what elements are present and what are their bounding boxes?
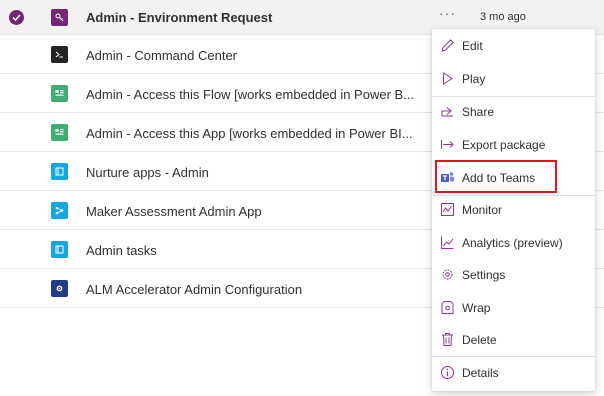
command-icon xyxy=(51,46,68,63)
app-name[interactable]: Admin tasks xyxy=(86,243,157,258)
analytics-icon xyxy=(441,236,454,249)
app-name[interactable]: Admin - Access this App [works embedded … xyxy=(86,126,413,141)
menu-item-label: Play xyxy=(462,72,486,86)
app-name[interactable]: Admin - Command Center xyxy=(86,48,237,63)
menu-item-monitor[interactable]: Monitor xyxy=(432,195,595,225)
menu-item-edit[interactable]: Edit xyxy=(432,31,595,61)
menu-item-export-package[interactable]: Export package xyxy=(432,130,595,160)
info-icon xyxy=(441,366,454,379)
menu-item-label: Settings xyxy=(462,268,506,282)
menu-item-label: Share xyxy=(462,105,495,119)
monitor-icon xyxy=(441,203,454,216)
app-name[interactable]: Maker Assessment Admin App xyxy=(86,204,262,219)
book-icon xyxy=(51,163,68,180)
menu-item-wrap[interactable]: Wrap xyxy=(432,293,595,323)
more-options-button[interactable]: ··· xyxy=(439,5,456,21)
play-icon xyxy=(443,72,453,85)
book-icon xyxy=(51,241,68,258)
menu-item-label: Delete xyxy=(462,333,497,347)
app-name[interactable]: Admin - Environment Request xyxy=(86,10,272,25)
share-icon xyxy=(441,107,453,117)
app-name[interactable]: Nurture apps - Admin xyxy=(86,165,209,180)
menu-item-settings[interactable]: Settings xyxy=(432,260,595,290)
highlight-box xyxy=(435,160,557,193)
context-menu: Edit Play Share Export package Add to Te… xyxy=(432,29,595,391)
modified-time: 3 mo ago xyxy=(480,11,526,23)
menu-item-share[interactable]: Share xyxy=(432,97,595,127)
menu-item-details[interactable]: Details xyxy=(432,358,595,388)
menu-item-label: Details xyxy=(462,366,499,380)
app-grid-icon xyxy=(51,124,68,141)
menu-item-label: Monitor xyxy=(462,203,503,217)
export-icon xyxy=(441,140,454,149)
menu-item-label: Wrap xyxy=(462,301,491,315)
menu-item-label: Analytics (preview) xyxy=(462,236,563,250)
pencil-icon xyxy=(441,39,454,52)
app-name[interactable]: Admin - Access this Flow [works embedded… xyxy=(86,87,414,102)
menu-item-delete[interactable]: Delete xyxy=(432,325,595,355)
flow-grid-icon xyxy=(51,85,68,102)
menu-item-label: Export package xyxy=(462,138,546,152)
gear-icon xyxy=(442,269,453,280)
menu-item-play[interactable]: Play xyxy=(432,64,595,94)
menu-item-analytics[interactable]: Analytics (preview) xyxy=(432,228,595,258)
trash-icon xyxy=(442,333,453,346)
selected-check-icon[interactable] xyxy=(9,10,24,25)
wrap-icon xyxy=(441,301,454,314)
menu-item-label: Edit xyxy=(462,39,483,53)
app-name[interactable]: ALM Accelerator Admin Configuration xyxy=(86,282,302,297)
nodes-icon xyxy=(51,202,68,219)
gear-icon xyxy=(51,280,68,297)
menu-divider xyxy=(432,356,595,357)
key-icon xyxy=(51,9,68,26)
